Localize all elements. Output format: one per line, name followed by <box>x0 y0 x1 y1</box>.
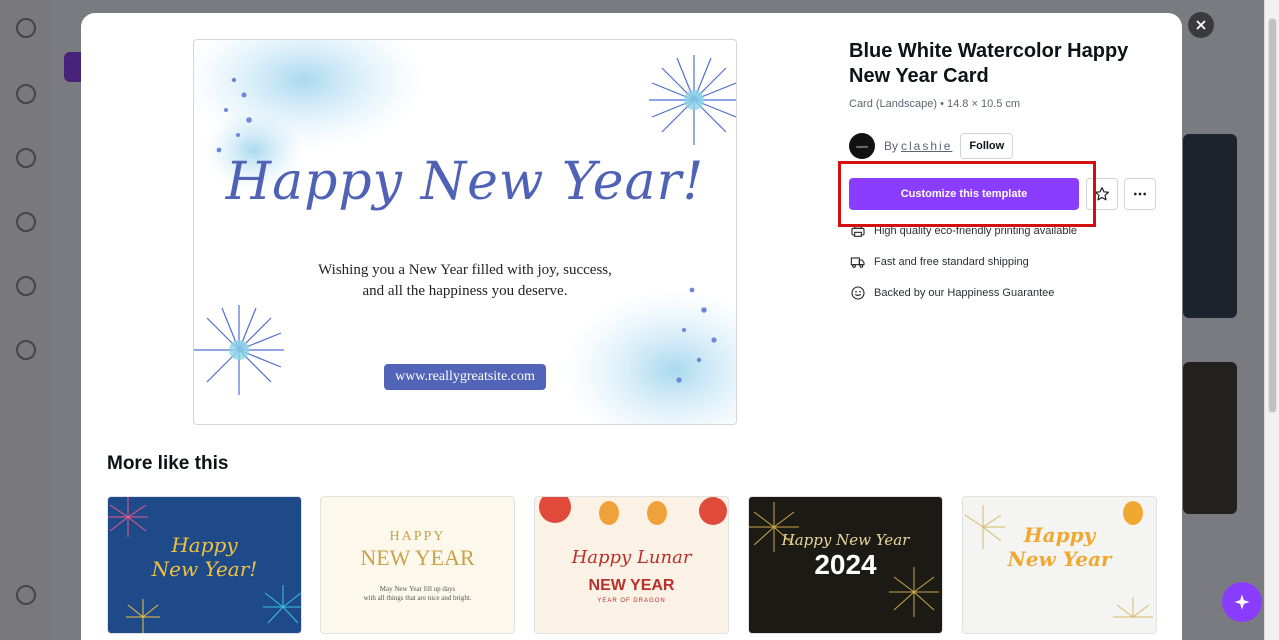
template-subtitle: Card (Landscape) • 14.8 × 10.5 cm <box>849 98 1021 110</box>
help-fab[interactable] <box>1222 582 1262 622</box>
related-template-card[interactable]: Happy Lunar NEW YEAR YEAR OF DRAGON <box>534 496 729 634</box>
page-scrollbar[interactable] <box>1264 0 1279 640</box>
more-horizontal-icon <box>1134 192 1146 196</box>
related-template-title: 2024 <box>814 549 877 580</box>
more-options-button[interactable] <box>1124 178 1156 210</box>
related-template-title: Happy New Year <box>781 531 910 549</box>
sparkle-icon <box>1234 594 1250 610</box>
scrollbar-thumb[interactable] <box>1268 18 1277 413</box>
template-preview[interactable]: Happy New Year! Wishing you a New Year f… <box>193 39 737 425</box>
related-template-text: with all things that are nice and bright… <box>363 594 472 602</box>
template-title: Blue White Watercolor Happy New Year Car… <box>849 40 1129 87</box>
printer-icon <box>849 222 867 240</box>
feature-text: High quality eco-friendly printing avail… <box>874 225 1078 237</box>
related-template-text: May New Year fill up days <box>379 585 456 593</box>
smile-icon <box>849 284 867 302</box>
related-template-title: Happy <box>171 533 238 557</box>
customize-template-button[interactable]: Customize this template <box>849 178 1079 210</box>
feature-guarantee: Backed by our Happiness Guarantee <box>849 283 1054 303</box>
related-template-title: NEW YEAR <box>360 545 475 570</box>
author-row: clashie By clashie Follow <box>849 133 1014 159</box>
related-template-card[interactable]: HAPPY NEW YEAR May New Year fill up days… <box>320 496 515 634</box>
related-template-title: Happy <box>1023 523 1096 547</box>
feature-text: Backed by our Happiness Guarantee <box>874 287 1055 299</box>
related-template-card[interactable]: Happy New Year! <box>107 496 302 634</box>
author-name-link[interactable]: clashie <box>901 139 952 153</box>
card-message-line: and all the happiness you deserve. <box>362 283 568 299</box>
feature-text: Fast and free standard shipping <box>874 256 1029 268</box>
related-template-card[interactable]: Happy New Year 2024 <box>748 496 943 634</box>
star-icon <box>1095 187 1109 201</box>
related-template-text: YEAR OF DRAGON <box>597 598 666 604</box>
template-detail-modal: Happy New Year! Wishing you a New Year f… <box>81 13 1182 640</box>
card-message-line: Wishing you a New Year filled with joy, … <box>318 262 612 278</box>
feature-shipping: Fast and free standard shipping <box>849 252 1029 272</box>
close-icon <box>1196 20 1206 30</box>
truck-icon <box>849 253 867 271</box>
author-prefix: By <box>884 139 899 153</box>
card-website: www.reallygreatsite.com <box>384 364 546 390</box>
close-modal-button[interactable] <box>1188 12 1214 38</box>
card-headline: Happy New Year! <box>225 152 705 212</box>
related-template-title: HAPPY <box>389 529 446 544</box>
author-avatar[interactable]: clashie <box>849 133 875 159</box>
related-template-title: New Year <box>1007 547 1112 571</box>
favorite-button[interactable] <box>1086 178 1118 210</box>
related-template-title: Happy Lunar <box>571 547 692 568</box>
related-template-title: New Year! <box>151 557 258 581</box>
more-like-this-heading: More like this <box>107 453 229 474</box>
related-template-title: NEW YEAR <box>588 577 675 594</box>
follow-button[interactable]: Follow <box>960 133 1014 159</box>
related-template-card[interactable]: Happy New Year <box>962 496 1157 634</box>
card-message: Wishing you a New Year filled with joy, … <box>194 260 736 302</box>
feature-printing: High quality eco-friendly printing avail… <box>849 221 1077 241</box>
